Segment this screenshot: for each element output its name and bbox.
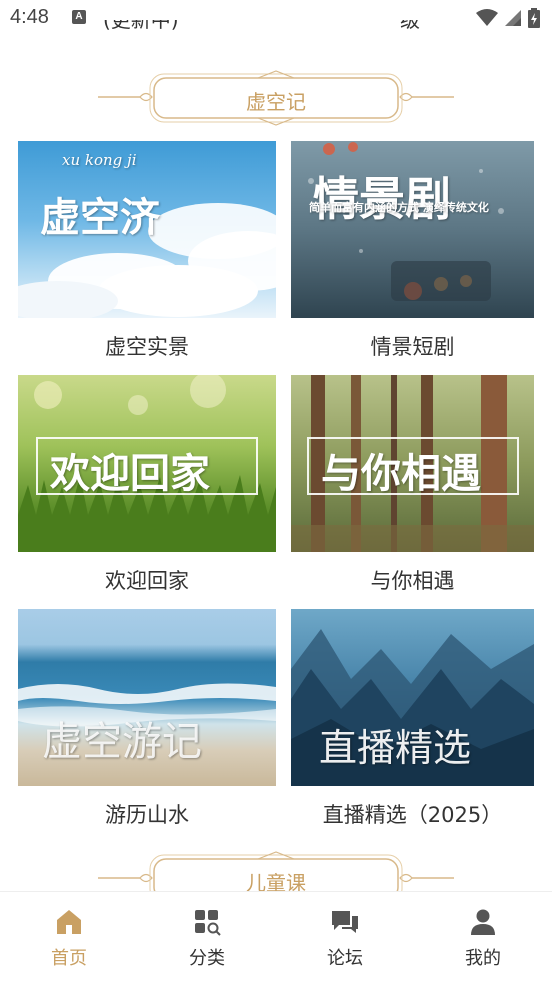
wifi-icon — [476, 9, 498, 26]
overlay-title: 虚空济 — [40, 194, 160, 241]
nav-category[interactable]: 分类 — [138, 892, 276, 983]
overlay-subtitle: 简单而富有内涵的方式 演绎传统文化 — [309, 201, 489, 214]
previous-card-label-left: (更新中) — [103, 20, 179, 32]
overlay-title: 欢迎回家 — [50, 450, 210, 497]
nav-forum[interactable]: 论坛 — [276, 892, 414, 983]
nav-profile[interactable]: 我的 — [414, 892, 552, 983]
nav-label: 分类 — [189, 948, 225, 969]
card-youli-shanshui[interactable]: 虚空游记 游历山水 — [18, 609, 276, 834]
card-zhibo-jingxuan[interactable]: 直播精选 直播精选（2025） — [291, 609, 534, 834]
previous-card-label-right: 级 — [400, 20, 420, 32]
overlay-title: 情景剧 — [313, 172, 451, 226]
nav-label: 我的 — [465, 948, 501, 969]
nav-label: 首页 — [51, 948, 87, 969]
card-xukong-shijing[interactable]: xu kong ji 虚空济 虚空实景 — [18, 141, 276, 366]
card-thumbnail: 虚空游记 — [18, 609, 276, 786]
overlay-subtitle: xu kong ji — [62, 151, 137, 169]
category-icon — [195, 910, 221, 936]
card-label: 欢迎回家 — [105, 569, 189, 593]
card-label: 与你相遇 — [370, 569, 455, 593]
nav-label: 论坛 — [327, 948, 363, 969]
overlay-title: 与你相遇 — [321, 450, 481, 497]
forum-icon — [332, 911, 358, 933]
card-label: 游历山水 — [105, 803, 189, 827]
card-qingjing-duanju[interactable]: 情景剧 简单而富有内涵的方式 演绎传统文化 情景短剧 — [291, 141, 534, 366]
card-thumbnail: 直播精选 — [291, 609, 534, 786]
card-label: 情景短剧 — [370, 335, 455, 359]
status-bar: 4:48 A — [0, 0, 552, 36]
card-thumbnail: 与你相遇 — [291, 375, 534, 552]
home-icon — [57, 910, 81, 934]
card-label: 虚空实景 — [105, 335, 189, 359]
battery-icon — [528, 8, 540, 28]
card-huanying-huijia[interactable]: 欢迎回家 欢迎回家 — [18, 375, 276, 600]
profile-icon — [471, 909, 495, 935]
bottom-navigation: 首页 分类 论坛 我的 — [0, 891, 552, 983]
notification-icon: A — [72, 10, 86, 24]
status-icons — [476, 6, 540, 30]
card-thumbnail: 欢迎回家 — [18, 375, 276, 552]
nav-home[interactable]: 首页 — [0, 892, 138, 983]
card-label: 直播精选（2025） — [322, 803, 503, 827]
overlay-title: 虚空游记 — [42, 719, 202, 765]
section-title: 虚空记 — [246, 90, 306, 114]
card-yuni-xiangyu[interactable]: 与你相遇 与你相遇 — [291, 375, 534, 600]
section-header-xukongji: 虚空记 — [0, 70, 552, 130]
signal-icon — [505, 10, 521, 26]
status-time: 4:48 — [10, 6, 49, 28]
card-thumbnail: xu kong ji 虚空济 — [18, 141, 276, 318]
card-thumbnail: 情景剧 简单而富有内涵的方式 演绎传统文化 — [291, 141, 534, 318]
overlay-title: 直播精选 — [319, 726, 472, 770]
